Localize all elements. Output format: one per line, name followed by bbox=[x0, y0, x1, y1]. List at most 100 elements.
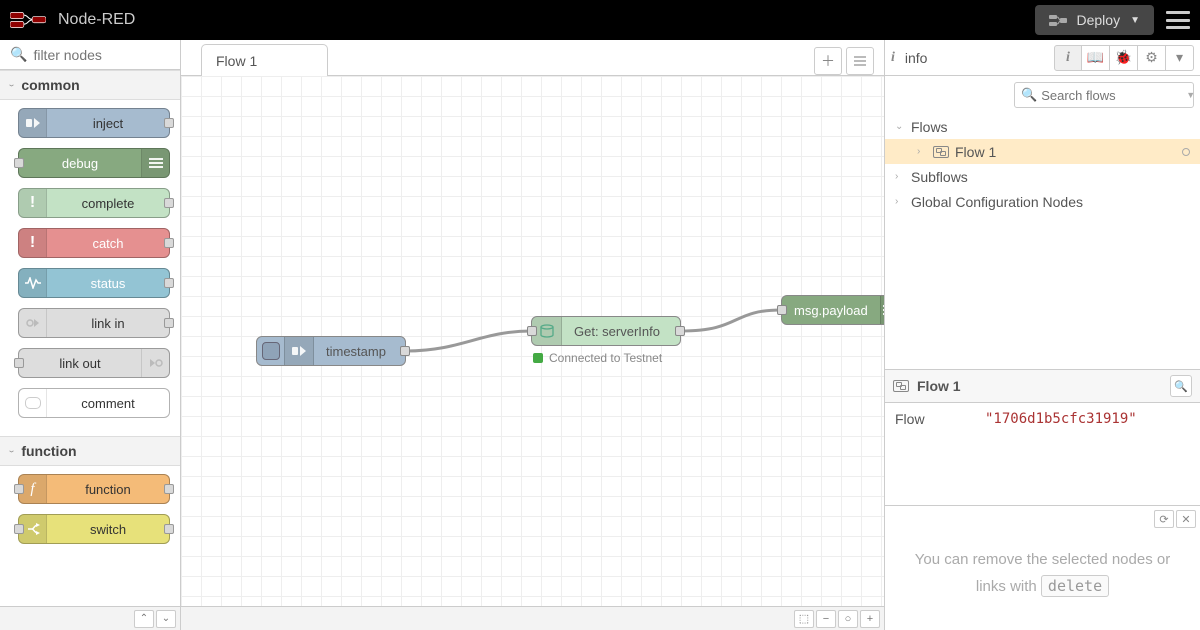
input-port[interactable] bbox=[777, 305, 787, 315]
palette-node-inject[interactable]: inject bbox=[18, 108, 170, 138]
node-label: function bbox=[47, 482, 169, 497]
canvas[interactable]: timestamp Get: serverInfo Connected to T… bbox=[181, 76, 884, 606]
node-status-text: Connected to Testnet bbox=[549, 351, 662, 365]
category-label: common bbox=[21, 77, 79, 93]
palette-node-complete[interactable]: ! complete bbox=[18, 188, 170, 218]
list-flows-button[interactable] bbox=[846, 47, 874, 75]
tree-flows[interactable]: ⌄Flows bbox=[885, 114, 1200, 139]
close-tips-button[interactable]: ✕ bbox=[1176, 510, 1196, 528]
node-status-dot bbox=[533, 353, 543, 363]
node-label: link in bbox=[47, 316, 169, 331]
port bbox=[164, 318, 174, 328]
link-in-icon bbox=[19, 309, 47, 337]
canvas-node-inject[interactable]: timestamp bbox=[256, 336, 406, 366]
category-common[interactable]: ›common bbox=[0, 70, 180, 100]
complete-icon: ! bbox=[19, 189, 47, 217]
palette-node-switch[interactable]: switch bbox=[18, 514, 170, 544]
status-icon bbox=[19, 269, 47, 297]
palette-node-function[interactable]: f function bbox=[18, 474, 170, 504]
comment-icon bbox=[19, 389, 47, 417]
node-label: comment bbox=[47, 396, 169, 411]
status-dot bbox=[1182, 148, 1190, 156]
search-icon: 🔍 bbox=[10, 46, 27, 63]
node-label: catch bbox=[47, 236, 169, 251]
input-port[interactable] bbox=[527, 326, 537, 336]
palette-node-debug[interactable]: debug bbox=[18, 148, 170, 178]
inject-trigger-button[interactable] bbox=[262, 342, 280, 360]
category-label: function bbox=[21, 443, 76, 459]
palette-node-status[interactable]: status bbox=[18, 268, 170, 298]
node-label: complete bbox=[47, 196, 169, 211]
node-label: status bbox=[47, 276, 169, 291]
palette-node-catch[interactable]: ! catch bbox=[18, 228, 170, 258]
flow-icon bbox=[893, 380, 909, 392]
search-flows-input[interactable] bbox=[1041, 88, 1186, 103]
flow-tab[interactable]: Flow 1 bbox=[201, 44, 328, 76]
tree-label: Flows bbox=[911, 119, 948, 135]
palette-collapse-button[interactable]: ⌄ bbox=[156, 610, 176, 628]
chevron-down-icon: ▼ bbox=[1186, 90, 1195, 100]
zoom-out-button[interactable]: − bbox=[816, 610, 836, 628]
sidebar-tab-info[interactable]: i bbox=[1054, 45, 1082, 71]
sidebar-tab-config[interactable]: ⚙ bbox=[1138, 45, 1166, 71]
node-label: link out bbox=[19, 356, 141, 371]
port bbox=[14, 524, 24, 534]
deploy-label: Deploy bbox=[1077, 12, 1121, 28]
navigator-button[interactable]: ⬚ bbox=[794, 610, 814, 628]
canvas-node-serverinfo[interactable]: Get: serverInfo bbox=[531, 316, 681, 346]
catch-icon: ! bbox=[19, 229, 47, 257]
node-label: switch bbox=[47, 522, 169, 537]
canvas-node-debug[interactable]: msg.payload bbox=[781, 295, 884, 325]
node-label: Get: serverInfo bbox=[562, 324, 672, 339]
link-out-icon bbox=[141, 349, 169, 377]
port bbox=[164, 118, 174, 128]
output-port[interactable] bbox=[400, 346, 410, 356]
sidebar-tab-help[interactable]: 📖 bbox=[1082, 45, 1110, 71]
port bbox=[14, 358, 24, 368]
tree-subflows[interactable]: ›Subflows bbox=[885, 164, 1200, 189]
palette-node-link-in[interactable]: link in bbox=[18, 308, 170, 338]
category-function[interactable]: ›function bbox=[0, 436, 180, 466]
palette-node-comment[interactable]: comment bbox=[18, 388, 170, 418]
inject-icon bbox=[284, 337, 314, 365]
deploy-icon bbox=[1049, 13, 1067, 27]
port bbox=[14, 484, 24, 494]
palette-filter[interactable]: 🔍 bbox=[0, 40, 180, 70]
info-value: "1706d1b5cfc31919" bbox=[985, 411, 1137, 427]
help-code: delete bbox=[1041, 575, 1109, 597]
brand-title: Node-RED bbox=[58, 11, 135, 29]
sidebar-tab-more[interactable]: ▾ bbox=[1166, 45, 1194, 71]
zoom-in-button[interactable]: + bbox=[860, 610, 880, 628]
output-port[interactable] bbox=[675, 326, 685, 336]
tree-flow1[interactable]: ›Flow 1 bbox=[885, 139, 1200, 164]
tree-label: Global Configuration Nodes bbox=[911, 194, 1083, 210]
port bbox=[164, 484, 174, 494]
sidebar: i info i 📖 🐞 ⚙ ▾ 🔍 ▼ ⌄Flows ›Flow 1 ›Sub… bbox=[884, 40, 1200, 630]
node-label: inject bbox=[47, 116, 169, 131]
main-menu-button[interactable] bbox=[1166, 11, 1190, 29]
palette-node-link-out[interactable]: link out bbox=[18, 348, 170, 378]
deploy-button[interactable]: Deploy ▼ bbox=[1035, 5, 1155, 35]
workspace: Flow 1 ＋ timestamp bbox=[181, 40, 884, 630]
add-flow-button[interactable]: ＋ bbox=[814, 47, 842, 75]
tab-label: Flow 1 bbox=[216, 53, 257, 69]
flow-icon bbox=[933, 146, 949, 158]
node-label: timestamp bbox=[314, 344, 398, 359]
search-flows[interactable]: 🔍 ▼ bbox=[1014, 82, 1194, 108]
info-panel-title: Flow 1 bbox=[917, 378, 1170, 394]
sidebar-tab-debug[interactable]: 🐞 bbox=[1110, 45, 1138, 71]
tree-label: Subflows bbox=[911, 169, 968, 185]
node-red-logo bbox=[10, 10, 46, 30]
filter-nodes-input[interactable] bbox=[33, 47, 170, 63]
port bbox=[14, 158, 24, 168]
zoom-reset-button[interactable]: ○ bbox=[838, 610, 858, 628]
debug-icon bbox=[880, 296, 884, 324]
refresh-tips-button[interactable]: ⟳ bbox=[1154, 510, 1174, 528]
search-in-flow-button[interactable]: 🔍 bbox=[1170, 375, 1192, 397]
palette-expand-button[interactable]: ⌃ bbox=[134, 610, 154, 628]
info-icon: i bbox=[891, 50, 895, 66]
port bbox=[164, 238, 174, 248]
port bbox=[164, 524, 174, 534]
palette: 🔍 ›common inject debug ! complete bbox=[0, 40, 181, 630]
tree-global-config[interactable]: ›Global Configuration Nodes bbox=[885, 189, 1200, 214]
